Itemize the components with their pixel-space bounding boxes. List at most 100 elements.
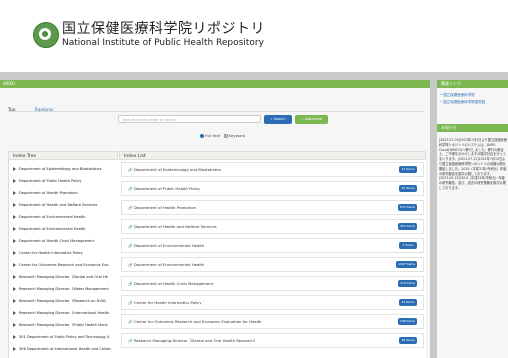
item-count-badge: 208 items <box>397 318 417 325</box>
site-title-ja[interactable]: 国立保健医療科学院リポジトリ <box>62 18 265 38</box>
tree-item-label: Department of Environmental Health <box>19 215 86 219</box>
item-count-badge: 34 items <box>399 299 417 306</box>
related-link[interactable]: • 国立保健医療科学院 <box>440 93 508 98</box>
list-item-label: Department of Epidemiology and Biostatis… <box>133 167 222 172</box>
radio-keyword[interactable] <box>223 134 228 138</box>
expand-arrow-icon[interactable] <box>13 347 16 351</box>
expand-arrow-icon[interactable] <box>13 323 16 327</box>
tree-item[interactable]: Research Managing Director（Dental and Or… <box>13 273 119 282</box>
list-item[interactable]: 🔗 Department of Environmental Health 1097… <box>121 257 424 272</box>
breadcrumb-bar: WEKO <box>0 80 430 88</box>
tab-divider <box>8 111 424 112</box>
tab-bar: Top Ranking <box>8 96 67 113</box>
expand-arrow-icon[interactable] <box>13 299 16 303</box>
item-count-badge: 210 items <box>397 280 417 287</box>
list-item-label: Research Managing Director（Dental and Or… <box>133 338 258 343</box>
list-item[interactable]: 🔗 Department of Health Promotion 833 item… <box>121 200 424 215</box>
expand-arrow-icon[interactable] <box>13 191 16 195</box>
tree-item-label: Research Managing Director（International… <box>19 311 110 315</box>
tree-item[interactable]: Department of Health Crisis Management <box>13 237 119 246</box>
tree-item[interactable]: 301 Department of Public Policy and Tech… <box>13 333 119 342</box>
notice-text: [2023.07.03]2023年7月3日より国立保健医療科学院リポジトリのシス… <box>439 138 507 190</box>
tree-item[interactable]: Research Managing Director（Research on H… <box>13 297 119 306</box>
expand-arrow-icon[interactable] <box>13 215 16 219</box>
tree-item-label: Research Managing Director（Research on H… <box>19 299 107 303</box>
tree-item[interactable]: Research Managing Director（Water Managem… <box>13 285 119 294</box>
list-item[interactable]: 🔗 Department of Epidemiology and Biostat… <box>121 162 424 177</box>
related-link-label: 国立保健医療科学院 <box>443 93 475 97</box>
list-item-label: Department of Environmental Health <box>133 243 205 248</box>
tree-item[interactable]: Center for Outcomes Research and Economi… <box>13 261 119 270</box>
related-link[interactable]: • 国立保健医療科学院図書館 <box>440 100 508 105</box>
tree-item-label: Department of Public Health Policy <box>19 179 82 183</box>
list-item[interactable]: 🔗 Department of Health Crisis Management… <box>121 276 424 291</box>
notice-header: お知らせ <box>437 124 508 132</box>
item-count-badge: 12 items <box>399 166 417 173</box>
expand-arrow-icon[interactable] <box>13 203 16 207</box>
list-item-label: Center for Health Informatics Policy <box>133 300 202 305</box>
index-list: 🔗 Department of Epidemiology and Biostat… <box>119 160 426 358</box>
list-item[interactable]: 🔗 Center for Health Informatics Policy 34… <box>121 295 424 310</box>
radio-full-text[interactable] <box>200 134 204 138</box>
item-count-badge: 452 items <box>397 223 417 230</box>
tree-item[interactable]: Department of Epidemiology and Biostatis… <box>13 165 119 174</box>
tree-item[interactable]: Department of Health Promotion <box>13 189 119 198</box>
list-item[interactable]: 🔗 Research Managing Director（Dental and … <box>121 333 424 348</box>
list-item-label: Department of Environmental Health <box>133 262 205 267</box>
expand-arrow-icon[interactable] <box>13 227 16 231</box>
tree-item[interactable]: Research Managing Director（International… <box>13 309 119 318</box>
expand-arrow-icon[interactable] <box>13 167 16 171</box>
list-item-label: Center for Outcomes Research and Economi… <box>133 319 262 324</box>
search-button[interactable]: ⌕ Search <box>264 115 292 124</box>
expand-arrow-icon[interactable] <box>13 251 16 255</box>
tree-item-label: Center for Outcomes Research and Economi… <box>19 263 109 267</box>
tree-item-label: 301 Department of Public Policy and Tech… <box>19 335 110 339</box>
site-title-en[interactable]: National Institute of Public Health Repo… <box>62 38 264 48</box>
tree-item-label: Center for Health Informatics Policy <box>19 251 83 255</box>
tree-item-label: Department of Environmental Health <box>19 227 86 231</box>
tree-item[interactable]: Research Managing Director（Public Health… <box>13 321 119 330</box>
institute-seal-icon[interactable] <box>33 22 59 48</box>
tree-item[interactable]: Department of Environmental Health <box>13 213 119 222</box>
tree-item-label: Department of Health Promotion <box>19 191 78 195</box>
tree-item-label: Department of Health and Welfare Service… <box>19 203 98 207</box>
tree-item[interactable]: Department of Health and Welfare Service… <box>13 201 119 210</box>
radio-full-text-label: Full text <box>205 133 221 138</box>
related-links: • 国立保健医療科学院 • 国立保健医療科学院図書館 <box>440 93 508 107</box>
tree-item[interactable]: Department of Environmental Health <box>13 225 119 234</box>
tree-item[interactable]: 306 Department of International Health a… <box>13 345 119 354</box>
breadcrumb-label[interactable]: WEKO <box>3 80 15 88</box>
index-tree: Department of Epidemiology and Biostatis… <box>8 160 120 358</box>
item-count-badge: 833 items <box>397 204 417 211</box>
item-count-badge: 1097 items <box>396 261 417 268</box>
tree-item-label: Department of Health Crisis Management <box>19 239 94 243</box>
tree-item-label: 306 Department of International Health a… <box>19 347 111 351</box>
tree-item-label: Research Managing Director（Public Health… <box>19 323 108 327</box>
index-list-header: Index List <box>119 151 426 160</box>
advanced-search-button[interactable]: ⌄ Advanced <box>295 115 328 124</box>
item-count-badge: 3 items <box>399 242 417 249</box>
tree-item-label: Department of Epidemiology and Biostatis… <box>19 167 102 171</box>
tree-item[interactable]: Center for Health Informatics Policy <box>13 249 119 258</box>
tree-item[interactable]: Department of Public Health Policy <box>13 177 119 186</box>
radio-keyword-label: Keyword <box>228 133 246 138</box>
list-item-label: Department of Health Crisis Management <box>133 281 214 286</box>
list-item[interactable]: 🔗 Department of Health and Welfare Servi… <box>121 219 424 234</box>
item-count-badge: 25 items <box>399 185 417 192</box>
expand-arrow-icon[interactable] <box>13 287 16 291</box>
expand-arrow-icon[interactable] <box>13 335 16 339</box>
expand-arrow-icon[interactable] <box>13 263 16 267</box>
list-item[interactable]: 🔗 Center for Outcomes Research and Econo… <box>121 314 424 329</box>
tree-item-label: Research Managing Director（Water Managem… <box>19 287 109 291</box>
search-button-label: Search <box>273 117 286 121</box>
list-item-label: Department of Public Health Policy <box>133 186 201 191</box>
expand-arrow-icon[interactable] <box>13 239 16 243</box>
expand-arrow-icon[interactable] <box>13 275 16 279</box>
expand-arrow-icon[interactable] <box>13 311 16 315</box>
advanced-button-label: Advanced <box>304 117 323 121</box>
list-item[interactable]: 🔗 Department of Public Health Policy 25 i… <box>121 181 424 196</box>
list-item[interactable]: 🔗 Department of Environmental Health 3 it… <box>121 238 424 253</box>
expand-arrow-icon[interactable] <box>13 179 16 183</box>
search-input[interactable]: Type and press enter to search <box>118 115 261 123</box>
site-header: 国立保健医療科学院リポジトリ National Institute of Pub… <box>0 0 508 72</box>
